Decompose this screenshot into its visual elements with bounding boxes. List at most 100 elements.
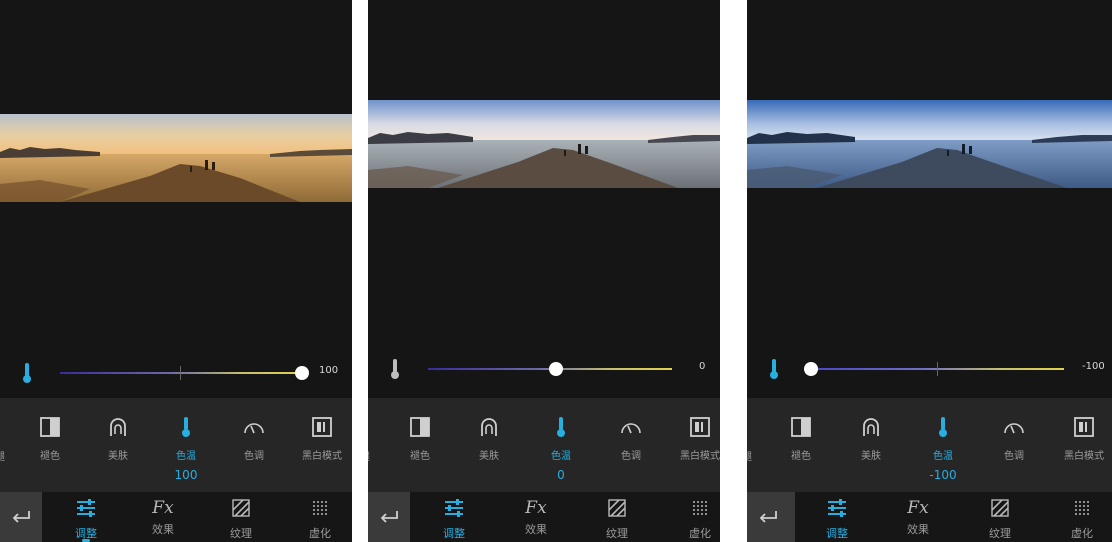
tab-effects[interactable]: Fx 效果 <box>888 498 948 542</box>
tint-arc-icon <box>621 423 641 434</box>
return-arrow-icon <box>380 511 398 523</box>
tab-texture[interactable]: 纹理 <box>587 498 647 542</box>
sliders-icon <box>445 499 463 517</box>
tab-label: 虚化 <box>689 527 711 540</box>
tool-bw-mode[interactable]: 黑白模式 <box>292 416 352 462</box>
temperature-slider-row: 0 <box>368 354 720 384</box>
blur-icon <box>313 501 327 515</box>
tool-label: 美肤 <box>861 451 881 462</box>
back-button[interactable] <box>747 492 795 542</box>
tool-tint[interactable]: 色调 <box>984 416 1044 462</box>
tab-blur[interactable]: 虚化 <box>290 498 350 542</box>
adjust-toolbar: 褪 褪色 美肤 色温 色调 黑白模式 -100 <box>747 398 1112 492</box>
bw-mode-icon <box>690 417 710 437</box>
tab-blur[interactable]: 虚化 <box>670 498 720 542</box>
return-arrow-icon <box>759 511 777 523</box>
tool-fade[interactable]: 褪色 <box>390 416 450 462</box>
face-icon <box>481 418 497 436</box>
back-button[interactable] <box>0 492 42 542</box>
tool-label: 褪色 <box>40 451 60 462</box>
tool-beauty[interactable]: 美肤 <box>459 416 519 462</box>
bw-mode-icon <box>1074 417 1094 437</box>
texture-icon <box>232 499 250 517</box>
thermometer-icon <box>939 417 947 437</box>
tool-fade[interactable]: 褪色 <box>771 416 831 462</box>
tab-label: 虚化 <box>309 527 331 540</box>
tool-label: 美肤 <box>479 451 499 462</box>
tab-effects[interactable]: Fx 效果 <box>506 498 566 542</box>
tool-label: 色调 <box>244 451 264 462</box>
screen-cool: -100 褪 褪色 美肤 色温 色调 黑白模式 -100 <box>747 0 1112 542</box>
tool-label-partial: 褪 <box>0 448 5 463</box>
tab-texture[interactable]: 纹理 <box>211 498 271 542</box>
tool-label: 色温 <box>551 451 571 462</box>
tool-bw-mode[interactable]: 黑白模式 <box>1054 416 1112 462</box>
bottom-tab-bar: 调整 Fx 效果 纹理 虚化 <box>0 492 352 542</box>
tab-label: 调整 <box>443 527 465 540</box>
thermometer-icon <box>23 363 31 383</box>
tool-beauty[interactable]: 美肤 <box>841 416 901 462</box>
slider-handle[interactable] <box>804 362 818 376</box>
face-icon <box>863 418 879 436</box>
tab-blur[interactable]: 虚化 <box>1052 498 1112 542</box>
tab-effects[interactable]: Fx 效果 <box>133 498 193 542</box>
screen-warm: 100 褪 褪色 美肤 色温 色调 黑白模式 100 调 <box>0 0 352 542</box>
bottom-tab-bar: 调整 Fx 效果 纹理 虚化 <box>747 492 1112 542</box>
slider-handle[interactable] <box>549 362 563 376</box>
bw-mode-icon <box>312 417 332 437</box>
tab-adjust[interactable]: 调整 <box>424 498 484 542</box>
slider-value: 0 <box>699 361 706 372</box>
adjust-toolbar: 褪 褪色 美肤 色温 色调 黑白模式 100 <box>0 398 352 492</box>
tool-beauty[interactable]: 美肤 <box>88 416 148 462</box>
fx-icon: Fx <box>525 498 547 518</box>
temperature-slider-track[interactable] <box>60 372 304 374</box>
tool-tint[interactable]: 色调 <box>601 416 661 462</box>
tab-label: 效果 <box>907 523 929 536</box>
back-button[interactable] <box>368 492 410 542</box>
tab-label: 纹理 <box>989 527 1011 540</box>
fx-icon: Fx <box>907 498 929 518</box>
blur-icon <box>1075 501 1089 515</box>
tool-label: 色调 <box>1004 451 1024 462</box>
tint-arc-icon <box>1004 423 1024 434</box>
tab-label: 效果 <box>152 523 174 536</box>
thermometer-icon <box>391 359 399 379</box>
tool-label-partial: 褪 <box>747 448 752 463</box>
tab-label: 虚化 <box>1071 527 1093 540</box>
tool-temperature[interactable]: 色温 <box>531 416 591 462</box>
tab-texture[interactable]: 纹理 <box>970 498 1030 542</box>
temperature-value: 100 <box>174 468 198 482</box>
temperature-value: -100 <box>929 468 957 482</box>
tool-label-partial: 褪 <box>368 448 370 463</box>
tool-label: 美肤 <box>108 451 128 462</box>
thermometer-icon <box>770 359 778 379</box>
tool-tint[interactable]: 色调 <box>224 416 284 462</box>
thermometer-icon <box>182 417 190 437</box>
tool-fade[interactable]: 褪色 <box>20 416 80 462</box>
screen-neutral: 0 褪 褪色 美肤 色温 色调 黑白模式 0 调整 <box>368 0 720 542</box>
fade-icon <box>40 417 60 437</box>
tab-adjust[interactable]: 调整 <box>807 498 867 542</box>
tool-temperature[interactable]: 色温 <box>913 416 973 462</box>
tab-adjust[interactable]: 调整 <box>56 498 116 542</box>
texture-icon <box>608 499 626 517</box>
adjust-toolbar: 褪 褪色 美肤 色温 色调 黑白模式 0 <box>368 398 720 492</box>
return-arrow-icon <box>12 511 30 523</box>
tool-bw-mode[interactable]: 黑白模式 <box>670 416 720 462</box>
thermometer-icon <box>557 417 565 437</box>
tint-arc-icon <box>244 423 264 434</box>
tool-label: 色调 <box>621 451 641 462</box>
tab-label: 纹理 <box>230 527 252 540</box>
slider-center-tick <box>937 362 938 376</box>
fade-icon <box>410 417 430 437</box>
sliders-icon <box>828 499 846 517</box>
texture-icon <box>991 499 1009 517</box>
bottom-tab-bar: 调整 Fx 效果 纹理 虚化 <box>368 492 720 542</box>
slider-handle[interactable] <box>295 366 309 380</box>
tool-temperature[interactable]: 色温 <box>156 416 216 462</box>
tool-label: 褪色 <box>791 451 811 462</box>
photo-preview <box>747 100 1112 188</box>
fx-icon: Fx <box>152 498 174 518</box>
blur-icon <box>693 501 707 515</box>
tool-label: 黑白模式 <box>680 451 720 462</box>
